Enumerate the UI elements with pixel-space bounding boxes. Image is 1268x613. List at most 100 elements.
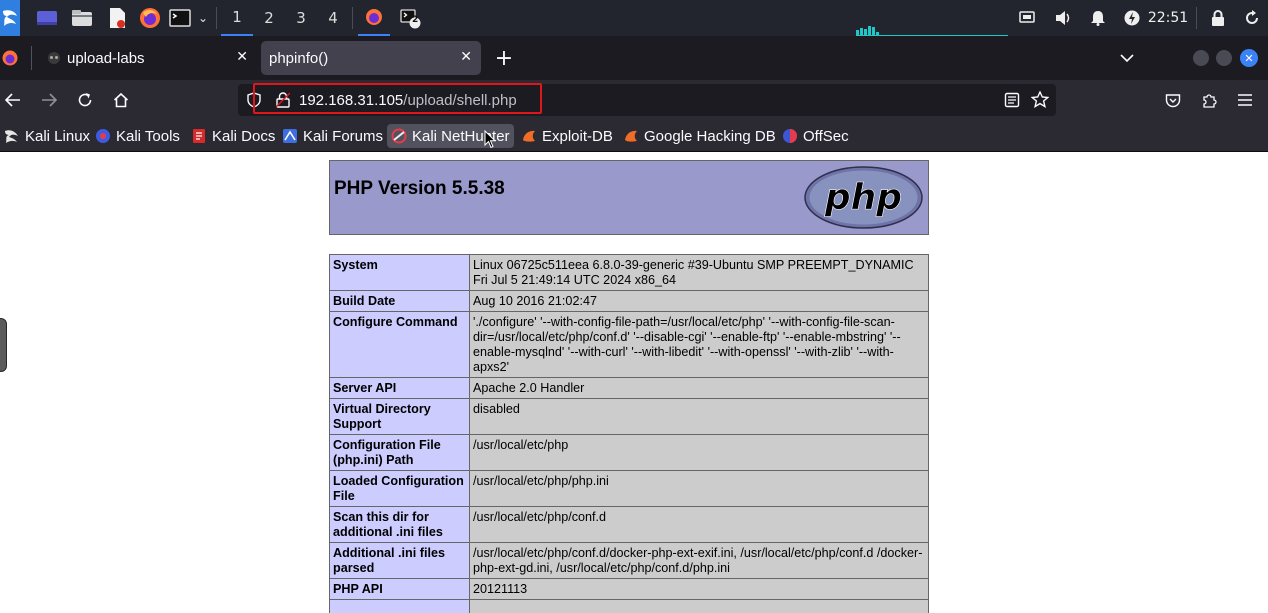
extensions-button[interactable] bbox=[1197, 88, 1221, 112]
maximize-window-button[interactable] bbox=[1215, 48, 1233, 68]
network-icon bbox=[1019, 11, 1035, 23]
browser-tab-strip: upload-labs ✕ phpinfo() ✕ + ✕ bbox=[0, 36, 1268, 80]
home-icon bbox=[113, 92, 129, 108]
forward-button[interactable] bbox=[37, 88, 61, 112]
bookmark-kali-tools[interactable]: Kali Tools bbox=[91, 124, 184, 148]
firefox-launcher[interactable] bbox=[138, 0, 162, 36]
firefox-icon bbox=[140, 8, 160, 28]
minimize-window-button[interactable] bbox=[1192, 48, 1210, 68]
list-all-tabs-button[interactable] bbox=[1114, 42, 1140, 74]
bookmark-label: Kali Forums bbox=[303, 127, 384, 145]
cpu-usage-graph bbox=[856, 24, 1008, 36]
notifications-button[interactable] bbox=[1087, 0, 1109, 36]
arrow-left-icon bbox=[5, 93, 20, 107]
home-button[interactable] bbox=[109, 88, 133, 112]
config-key bbox=[329, 599, 470, 613]
lock-screen-button[interactable] bbox=[1207, 0, 1229, 36]
side-panel-handle[interactable] bbox=[0, 318, 7, 372]
workspace-4[interactable]: 4 bbox=[317, 0, 349, 36]
terminal-launcher[interactable] bbox=[168, 0, 192, 36]
refresh-power-icon bbox=[1246, 10, 1258, 24]
config-value: /usr/local/etc/php/conf.d/docker-php-ext… bbox=[469, 542, 929, 579]
php-logo: php bbox=[804, 166, 923, 229]
tab-phpinfo[interactable]: phpinfo() ✕ bbox=[261, 41, 481, 75]
close-icon[interactable]: ✕ bbox=[236, 49, 248, 65]
table-row: PHP API 20121113 bbox=[329, 578, 929, 600]
bookmark-label: Google Hacking DB bbox=[644, 127, 776, 145]
workspace-3[interactable]: 3 bbox=[285, 0, 317, 36]
taskbar-firefox[interactable] bbox=[358, 0, 390, 36]
mask-icon bbox=[48, 52, 60, 64]
bookmark-label: Kali Linux bbox=[25, 127, 91, 145]
phpinfo-header: PHP Version 5.5.38 php bbox=[329, 160, 929, 235]
config-key: Configuration File (php.ini) Path bbox=[329, 434, 470, 471]
bookmark-label: OffSec bbox=[803, 127, 849, 145]
pocket-icon bbox=[1165, 93, 1181, 107]
file-manager-launcher[interactable] bbox=[70, 0, 94, 36]
table-row: Configuration File (php.ini) Path/usr/lo… bbox=[329, 434, 929, 471]
bookmark-offsec[interactable]: OffSec bbox=[778, 124, 853, 148]
table-row: Configure Command './configure' '--with-c… bbox=[329, 311, 929, 378]
firefox-view-button[interactable] bbox=[0, 42, 20, 74]
back-button[interactable] bbox=[1, 88, 25, 112]
reader-view-button[interactable] bbox=[1004, 92, 1020, 112]
config-value: /usr/local/etc/php/php.ini bbox=[469, 470, 929, 507]
app-menu-button[interactable] bbox=[1233, 88, 1257, 112]
offsec-icon bbox=[783, 129, 797, 143]
table-row: Scan this dir for additional .ini files /… bbox=[329, 506, 929, 543]
network-indicator[interactable] bbox=[1016, 0, 1038, 36]
taskbar-terminal[interactable]: 2 bbox=[394, 0, 426, 36]
mouse-cursor-icon bbox=[484, 130, 496, 149]
workspace-label: 2 bbox=[264, 9, 274, 27]
bookmark-google-hacking-db[interactable]: Google Hacking DB bbox=[619, 124, 780, 148]
table-row: Virtual Directory Support disabled bbox=[329, 398, 929, 435]
page-content: PHP Version 5.5.38 php System Linux 06725… bbox=[0, 152, 1268, 613]
volume-indicator[interactable] bbox=[1052, 0, 1074, 36]
bookmark-kali-docs[interactable]: Kali Docs bbox=[187, 124, 279, 148]
workspace-label: 3 bbox=[296, 9, 306, 27]
power-indicator[interactable] bbox=[1121, 0, 1143, 36]
workspace-preview-button[interactable] bbox=[35, 0, 59, 36]
terminal-icon bbox=[169, 9, 191, 27]
folder-icon bbox=[72, 10, 92, 26]
config-value: /usr/local/etc/php/conf.d bbox=[469, 506, 929, 543]
arrow-right-icon bbox=[42, 93, 57, 107]
speaker-icon bbox=[1056, 11, 1070, 25]
kali-forums-icon bbox=[283, 129, 297, 143]
firefox-icon bbox=[2, 50, 18, 66]
panel-separator bbox=[352, 7, 353, 29]
bookmark-label: Exploit-DB bbox=[542, 127, 613, 145]
launcher-dropdown[interactable]: ⌄ bbox=[195, 0, 211, 36]
config-key: Server API bbox=[329, 377, 470, 399]
reload-button[interactable] bbox=[73, 88, 97, 112]
bookmark-label: Kali Docs bbox=[212, 127, 276, 145]
close-window-button[interactable]: ✕ bbox=[1239, 48, 1259, 68]
workspace-1[interactable]: 1 bbox=[221, 0, 253, 36]
close-icon[interactable]: ✕ bbox=[460, 49, 472, 65]
new-tab-button[interactable]: + bbox=[491, 42, 517, 74]
kali-menu-button[interactable] bbox=[0, 0, 20, 36]
panel-separator bbox=[216, 7, 217, 29]
text-editor-launcher[interactable] bbox=[106, 0, 128, 36]
php-logo-text: php bbox=[824, 177, 902, 218]
clock-label: 22:51 bbox=[1147, 10, 1189, 26]
bookmark-page-button[interactable] bbox=[1030, 90, 1050, 112]
chevron-down-icon bbox=[1120, 53, 1134, 62]
config-key: Loaded Configuration File bbox=[329, 470, 470, 507]
pocket-button[interactable] bbox=[1161, 88, 1185, 112]
tab-upload-labs[interactable]: upload-labs ✕ bbox=[37, 41, 257, 75]
bookmark-kali-forums[interactable]: Kali Forums bbox=[278, 124, 387, 148]
ghdb-icon bbox=[625, 130, 637, 142]
chevron-down-icon: ⌄ bbox=[197, 11, 209, 25]
window-count-badge: 2 bbox=[412, 15, 419, 25]
logout-button[interactable] bbox=[1241, 0, 1263, 36]
kali-tools-icon bbox=[96, 129, 110, 143]
star-icon bbox=[1030, 90, 1050, 108]
url-highlight-annotation bbox=[253, 83, 542, 114]
tab-title: upload-labs bbox=[67, 49, 145, 67]
bookmark-kali-linux[interactable]: Kali Linux bbox=[0, 124, 94, 148]
workspace-2[interactable]: 2 bbox=[253, 0, 285, 36]
table-row: Build Date Aug 10 2016 21:02:47 bbox=[329, 290, 929, 312]
bookmark-exploit-db[interactable]: Exploit-DB bbox=[517, 124, 617, 148]
clock[interactable]: 22:51 bbox=[1148, 0, 1188, 36]
